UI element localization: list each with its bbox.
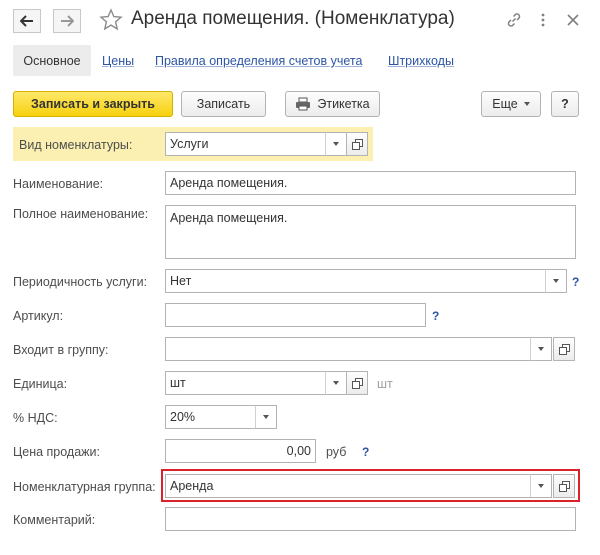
periodicity-label: Периодичность услуги: (13, 275, 148, 289)
arrow-left-icon (20, 15, 33, 27)
more-actions-button[interactable] (532, 9, 554, 31)
price-input[interactable]: 0,00 (165, 439, 316, 463)
kind-label: Вид номенклатуры: (19, 138, 133, 152)
print-label-button[interactable]: Этикетка (285, 91, 380, 117)
tab-prices[interactable]: Цены (102, 54, 134, 68)
kind-open-button[interactable] (346, 132, 368, 156)
kind-field[interactable]: Услуги (165, 132, 326, 156)
unit-hint: шт (377, 377, 393, 391)
group-dropdown-button[interactable] (530, 337, 552, 361)
link-icon (507, 13, 521, 27)
close-button[interactable] (562, 9, 584, 31)
price-currency: руб (326, 445, 347, 459)
vat-label: % НДС: (13, 411, 58, 425)
name-label: Наименование: (13, 177, 104, 191)
open-window-icon (558, 343, 570, 355)
printer-icon (296, 97, 311, 111)
group-label: Входит в группу: (13, 343, 109, 357)
article-label: Артикул: (13, 309, 64, 323)
open-window-icon (351, 377, 363, 389)
unit-field[interactable]: шт (165, 371, 326, 395)
arrow-right-icon (61, 15, 74, 27)
periodicity-dropdown-button[interactable] (545, 269, 567, 293)
periodicity-field[interactable]: Нет (165, 269, 546, 293)
link-button[interactable] (503, 9, 525, 31)
open-window-icon (558, 480, 570, 492)
close-icon (567, 14, 579, 26)
more-vertical-icon (541, 13, 545, 27)
vat-field[interactable]: 20% (165, 405, 256, 429)
open-window-icon (351, 138, 363, 150)
nomgroup-open-button[interactable] (553, 474, 575, 498)
comment-label: Комментарий: (13, 513, 96, 527)
more-menu-label: Еще (492, 97, 518, 111)
more-menu-button[interactable]: Еще (481, 91, 541, 117)
print-label-text: Этикетка (317, 97, 370, 111)
window-title: Аренда помещения. (Номенклатура) (131, 8, 455, 29)
nomgroup-dropdown-button[interactable] (530, 474, 552, 498)
unit-open-button[interactable] (346, 371, 368, 395)
comment-input[interactable] (165, 507, 576, 531)
forward-button[interactable] (53, 9, 81, 33)
help-button[interactable]: ? (551, 91, 579, 117)
favorite-button[interactable] (99, 8, 123, 32)
periodicity-help-icon[interactable]: ? (572, 275, 579, 289)
tab-main[interactable]: Основное (13, 45, 91, 76)
star-icon (99, 8, 123, 31)
group-field[interactable] (165, 337, 531, 361)
fullname-label: Полное наименование: (13, 207, 149, 221)
save-button[interactable]: Записать (181, 91, 266, 117)
tab-barcodes[interactable]: Штрихкоды (388, 54, 454, 68)
back-button[interactable] (13, 9, 41, 33)
name-input[interactable]: Аренда помещения. (165, 171, 576, 195)
tab-account-rules[interactable]: Правила определения счетов учета (155, 54, 362, 68)
unit-label: Единица: (13, 377, 68, 391)
chevron-down-icon (523, 102, 530, 106)
kind-dropdown-button[interactable] (325, 132, 347, 156)
unit-dropdown-button[interactable] (325, 371, 347, 395)
article-help-icon[interactable]: ? (432, 309, 439, 323)
article-input[interactable] (165, 303, 426, 327)
nomgroup-field[interactable]: Аренда (165, 474, 531, 498)
group-open-button[interactable] (553, 337, 575, 361)
nomgroup-label: Номенклатурная группа: (13, 480, 156, 494)
vat-dropdown-button[interactable] (255, 405, 277, 429)
fullname-textarea[interactable]: Аренда помещения. (165, 205, 576, 259)
save-and-close-button[interactable]: Записать и закрыть (13, 91, 173, 117)
price-label: Цена продажи: (13, 445, 100, 459)
price-help-icon[interactable]: ? (362, 445, 369, 459)
